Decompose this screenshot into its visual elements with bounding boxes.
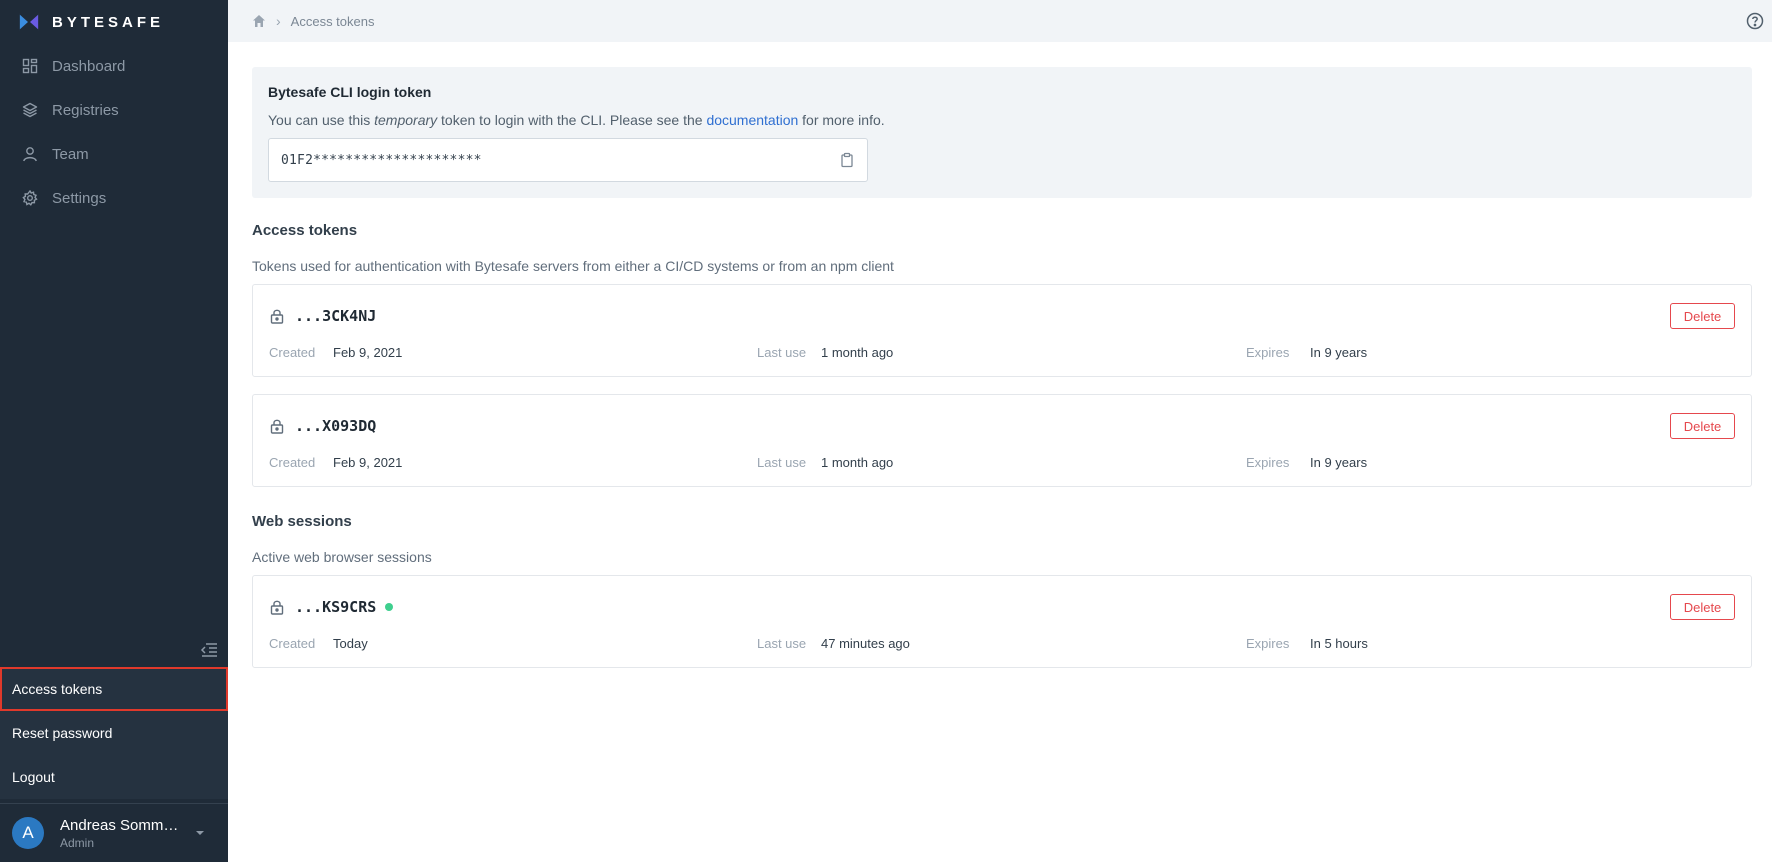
last-use-info: Last use 47 minutes ago [757, 636, 910, 651]
user-menu-toggle[interactable]: A Andreas Sommar... Admin [0, 803, 228, 862]
created-info: Created Feb 9, 2021 [269, 345, 402, 360]
sidebar-item-label: Settings [52, 189, 107, 207]
token-id: ...X093DQ [295, 417, 377, 435]
help-icon[interactable] [1746, 12, 1764, 30]
sidebar-item-label: Registries [52, 101, 119, 119]
delete-token-button[interactable]: Delete [1670, 303, 1735, 329]
user-info: Andreas Sommar... Admin [60, 817, 186, 850]
last-use-label: Last use [757, 455, 807, 470]
cli-token-description: You can use this temporary token to logi… [268, 112, 1736, 128]
expires-label: Expires [1246, 455, 1290, 470]
last-use-label: Last use [757, 345, 807, 360]
expires-info: Expires In 9 years [1246, 345, 1367, 360]
access-token-card: ...3CK4NJ Delete Created Feb 9, 2021 Las… [252, 284, 1752, 377]
web-session-card: ...KS9CRS Delete Created Today Last use … [252, 575, 1752, 668]
cli-desc-text: for more info. [798, 112, 885, 128]
last-use-value: 47 minutes ago [821, 636, 910, 651]
sidebar-item-settings[interactable]: Settings [0, 176, 228, 220]
delete-token-button[interactable]: Delete [1670, 413, 1735, 439]
active-status-dot [385, 603, 394, 611]
session-header: ...KS9CRS [269, 598, 394, 616]
access-tokens-heading: Access tokens [252, 222, 358, 239]
avatar: A [12, 817, 44, 849]
menu-item-reset-password[interactable]: Reset password [0, 711, 228, 755]
lock-icon [270, 600, 284, 615]
menu-item-access-tokens[interactable]: Access tokens [0, 667, 228, 711]
web-sessions-heading: Web sessions [252, 513, 352, 530]
delete-session-button[interactable]: Delete [1670, 594, 1735, 620]
expires-info: Expires In 5 hours [1246, 636, 1368, 651]
collapse-sidebar-icon[interactable] [200, 642, 218, 658]
clipboard-icon[interactable] [839, 152, 855, 168]
token-header: ...X093DQ [269, 417, 376, 435]
user-name: Andreas Sommar... [60, 816, 186, 834]
last-use-info: Last use 1 month ago [757, 345, 893, 360]
created-value: Today [333, 636, 368, 651]
cli-desc-emphasis: temporary [374, 112, 438, 128]
cli-token-panel: Bytesafe CLI login token You can use thi… [252, 67, 1752, 198]
sidebar-item-registries[interactable]: Registries [0, 88, 228, 132]
web-sessions-description: Active web browser sessions [252, 549, 432, 565]
access-tokens-description: Tokens used for authentication with Byte… [252, 258, 894, 274]
cli-token-value: 01F2********************* [281, 152, 482, 168]
created-label: Created [269, 455, 316, 470]
sidebar-item-label: Team [52, 145, 89, 163]
expires-label: Expires [1246, 636, 1290, 651]
sidebar-item-team[interactable]: Team [0, 132, 228, 176]
expires-label: Expires [1246, 345, 1290, 360]
sidebar: BYTESAFE Dashboard Registries Team Setti… [0, 0, 228, 862]
created-label: Created [269, 345, 316, 360]
logo[interactable]: BYTESAFE [18, 10, 164, 34]
expires-value: In 9 years [1310, 455, 1368, 470]
created-value: Feb 9, 2021 [333, 455, 403, 470]
last-use-value: 1 month ago [821, 345, 894, 360]
created-info: Created Today [269, 636, 368, 651]
cli-token-title: Bytesafe CLI login token [268, 84, 432, 100]
expires-value: In 9 years [1310, 345, 1368, 360]
cli-desc-text: You can use this [268, 112, 375, 128]
token-header: ...3CK4NJ [269, 307, 376, 325]
gear-icon [22, 190, 38, 206]
bytesafe-logo-icon [19, 13, 39, 31]
top-bar: › Access tokens [228, 0, 1772, 42]
caret-down-icon [196, 831, 204, 835]
created-label: Created [269, 636, 316, 651]
session-id: ...KS9CRS [295, 598, 377, 616]
sidebar-item-dashboard[interactable]: Dashboard [0, 44, 228, 88]
user-icon [23, 147, 37, 162]
lock-icon [270, 309, 284, 324]
cli-desc-text: token to login with the CLI. Please see … [437, 112, 707, 128]
menu-item-logout[interactable]: Logout [0, 755, 228, 799]
expires-info: Expires In 9 years [1246, 455, 1367, 470]
layers-icon [22, 102, 38, 118]
breadcrumb-current: Access tokens [290, 13, 375, 29]
created-info: Created Feb 9, 2021 [269, 455, 402, 470]
dashboard-icon [22, 58, 38, 74]
account-menu: Access tokens Reset password Logout [0, 667, 228, 799]
access-token-card: ...X093DQ Delete Created Feb 9, 2021 Las… [252, 394, 1752, 487]
last-use-label: Last use [757, 636, 807, 651]
lock-icon [270, 419, 284, 434]
sidebar-nav: Dashboard Registries Team Settings [0, 44, 228, 220]
chevron-right-icon: › [276, 13, 281, 29]
home-icon[interactable] [252, 14, 266, 28]
documentation-link[interactable]: documentation [706, 112, 798, 128]
user-role: Admin [60, 835, 95, 850]
created-value: Feb 9, 2021 [333, 345, 403, 360]
expires-value: In 5 hours [1310, 636, 1368, 651]
brand-name: BYTESAFE [52, 13, 165, 31]
last-use-value: 1 month ago [821, 455, 894, 470]
token-id: ...3CK4NJ [295, 307, 377, 325]
cli-token-field[interactable]: 01F2********************* [268, 138, 868, 182]
last-use-info: Last use 1 month ago [757, 455, 893, 470]
sidebar-item-label: Dashboard [52, 57, 126, 75]
